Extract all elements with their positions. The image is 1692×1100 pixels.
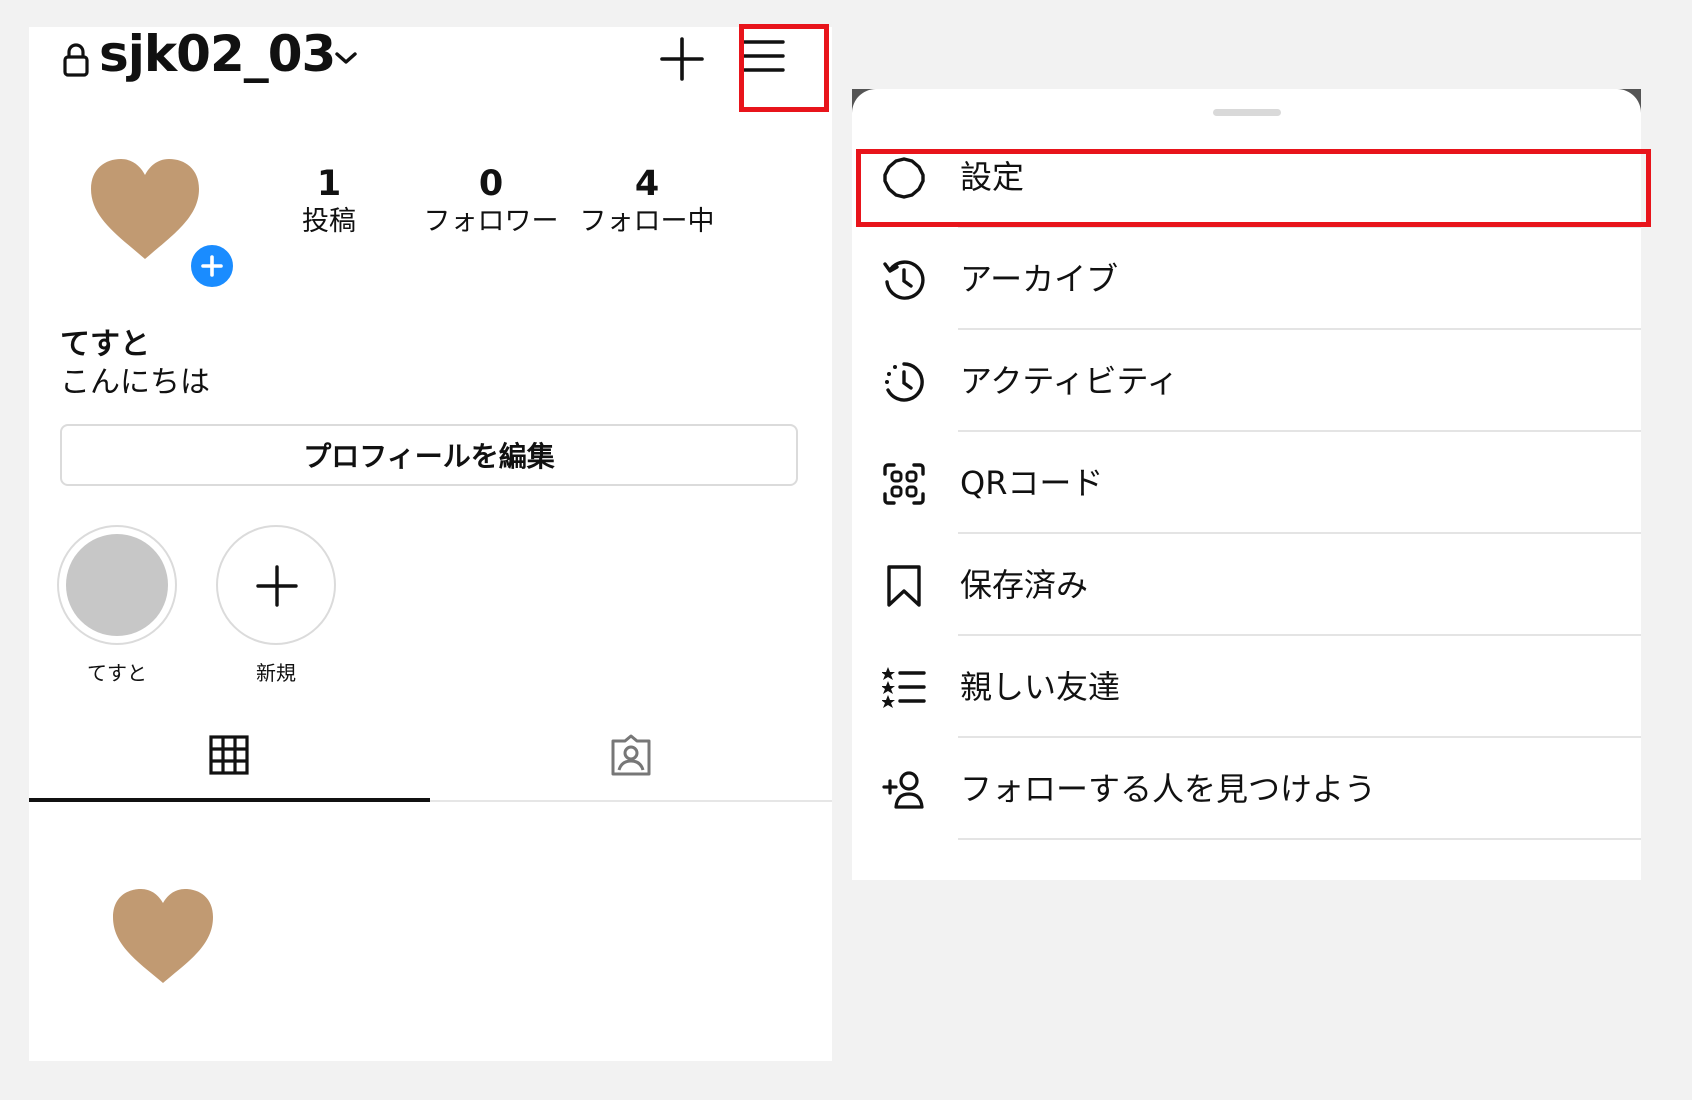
bookmark-icon [887,565,921,607]
stat-followers-value: 0 [478,164,504,204]
sheet-grabber[interactable] [1213,109,1281,116]
menu-item-saved[interactable]: 保存済み [852,534,1641,636]
chevron-down-icon[interactable] [334,49,358,67]
profile-header: sjk02_03 [29,27,832,117]
close-friends-icon [882,667,926,708]
plus-icon [256,565,298,607]
qr-code-icon [883,463,925,505]
grid-icon[interactable] [209,735,249,775]
stat-following[interactable]: 4 フォロー中 [577,164,717,237]
lock-icon [63,43,89,77]
add-story-button[interactable] [187,241,237,291]
activity-icon [885,362,924,402]
add-person-icon [882,771,924,809]
edit-profile-button[interactable]: プロフィールを編集 [60,424,798,486]
stat-followers-label: フォロワー [423,206,559,237]
menu-item-qr-code[interactable]: QRコード [852,432,1641,534]
menu-item-label: 親しい友達 [960,668,1121,706]
menu-item-label: アーカイブ [960,260,1119,298]
menu-highlight-box [739,24,829,112]
story-highlight[interactable] [57,525,177,645]
highlight-cover [66,534,168,636]
menu-item-label: アクティビティ [960,362,1179,400]
highlight-label: てすと [87,661,147,685]
new-highlight-label: 新規 [256,661,296,685]
stat-following-value: 4 [634,164,660,204]
menu-item-close-friends[interactable]: 親しい友達 [852,636,1641,738]
username[interactable]: sjk02_03 [99,29,336,79]
menu-item-discover-people[interactable]: フォローする人を見つけよう [852,738,1641,840]
divider [958,838,1641,840]
post-thumbnail[interactable] [109,885,217,987]
archive-icon [883,260,925,300]
create-plus-icon[interactable] [660,37,704,81]
stat-followers[interactable]: 0 フォロワー [421,164,561,237]
menu-item-label: フォローする人を見つけよう [960,770,1377,808]
new-highlight-button[interactable] [216,525,336,645]
active-tab-indicator [29,798,430,802]
stat-posts[interactable]: 1 投稿 [284,164,374,237]
avatar[interactable] [87,155,203,265]
tagged-icon[interactable] [609,733,653,777]
settings-highlight-box [856,149,1651,227]
stat-posts-value: 1 [316,164,342,204]
menu-item-label: 保存済み [960,566,1089,604]
bio-text: こんにちは [60,365,210,400]
profile-screen: sjk02_03 1 投稿 0 フォロワー 4 フォロー中 てすと こんにちは … [29,24,832,1061]
stat-following-label: フォロー中 [579,206,715,237]
plus-icon [201,255,223,277]
stat-posts-label: 投稿 [302,206,356,237]
menu-item-activity[interactable]: アクティビティ [852,330,1641,432]
menu-item-label: QRコード [960,464,1104,502]
menu-item-archive[interactable]: アーカイブ [852,228,1641,330]
